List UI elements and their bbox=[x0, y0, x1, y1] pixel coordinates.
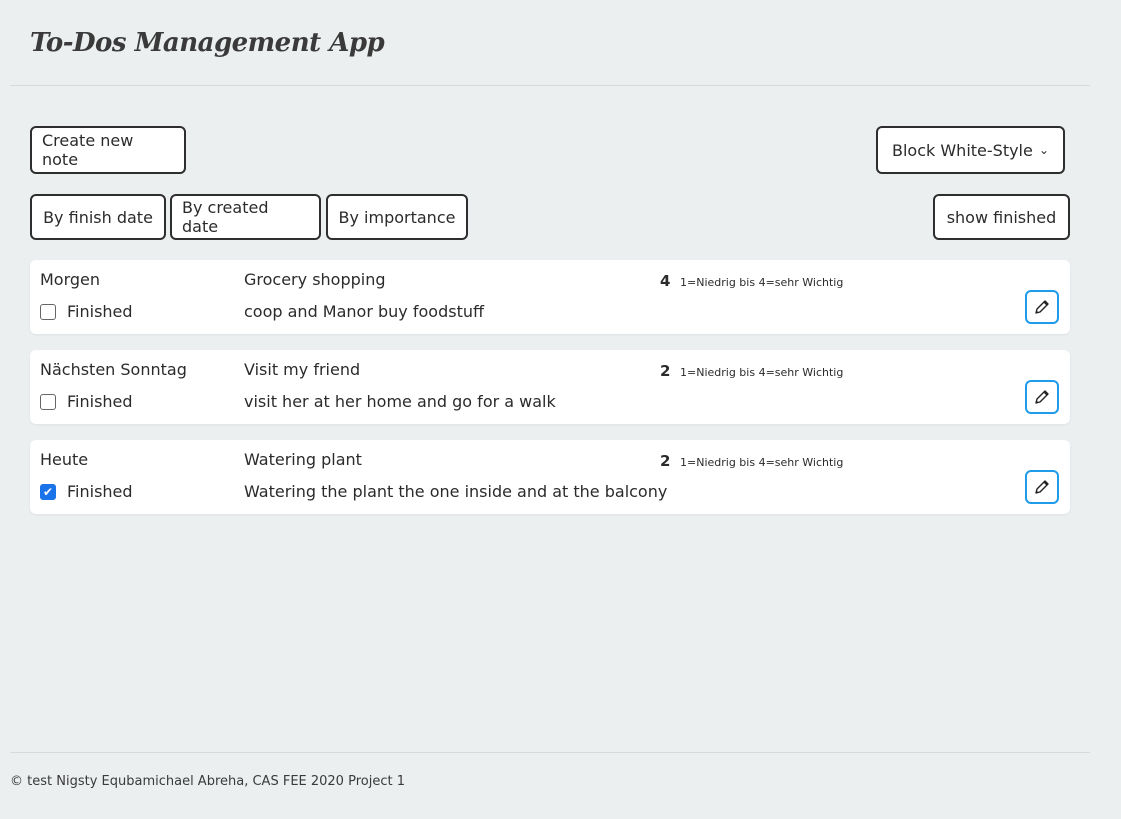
edit-button[interactable] bbox=[1025, 290, 1059, 324]
finished-label: Finished bbox=[67, 302, 133, 321]
todo-description: Watering the plant the one inside and at… bbox=[244, 482, 668, 501]
checkbox-icon[interactable]: ✔ bbox=[40, 483, 56, 500]
footer-copyright: © test Nigsty Equbamichael Abreha, CAS F… bbox=[10, 774, 405, 789]
finished-toggle[interactable]: Finished bbox=[40, 392, 133, 411]
style-select[interactable]: Block White-Style ⌄ bbox=[876, 126, 1065, 174]
chevron-down-icon: ⌄ bbox=[1038, 143, 1049, 157]
importance-hint: 1=Niedrig bis 4=sehr Wichtig bbox=[680, 456, 844, 469]
finished-label: Finished bbox=[67, 482, 133, 501]
sort-created-date-button[interactable]: By created date bbox=[170, 194, 321, 240]
finished-toggle[interactable]: Finished bbox=[40, 302, 133, 321]
edit-button[interactable] bbox=[1025, 470, 1059, 504]
style-select-value: Block White-Style bbox=[892, 140, 1033, 160]
importance-hint: 1=Niedrig bis 4=sehr Wichtig bbox=[680, 366, 844, 379]
show-finished-button[interactable]: show finished bbox=[933, 194, 1070, 240]
checkbox-icon[interactable] bbox=[40, 393, 56, 410]
todo-description: coop and Manor buy foodstuff bbox=[244, 302, 484, 321]
sort-finish-date-button[interactable]: By finish date bbox=[30, 194, 166, 240]
todo-item: Heute ✔ Finished Watering plant Watering… bbox=[30, 440, 1070, 514]
importance-value: 2 bbox=[660, 452, 671, 470]
finished-label: Finished bbox=[67, 392, 133, 411]
todo-item: Morgen Finished Grocery shopping coop an… bbox=[30, 260, 1070, 334]
footer-divider bbox=[10, 752, 1090, 753]
app-header: To-Dos Management App bbox=[10, 0, 1090, 86]
todo-description: visit her at her home and go for a walk bbox=[244, 392, 556, 411]
pencil-icon bbox=[1035, 300, 1049, 314]
sort-importance-button[interactable]: By importance bbox=[326, 194, 468, 240]
todo-title: Visit my friend bbox=[244, 360, 361, 379]
todo-due-date: Nächsten Sonntag bbox=[40, 360, 187, 379]
pencil-icon bbox=[1035, 390, 1049, 404]
todo-item: Nächsten Sonntag Finished Visit my frien… bbox=[30, 350, 1070, 424]
importance-value: 2 bbox=[660, 362, 671, 380]
create-note-button[interactable]: Create new note bbox=[30, 126, 186, 174]
finished-toggle[interactable]: ✔ Finished bbox=[40, 482, 133, 501]
todo-due-date: Heute bbox=[40, 450, 89, 469]
todo-title: Grocery shopping bbox=[244, 270, 386, 289]
pencil-icon bbox=[1035, 480, 1049, 494]
app-title: To-Dos Management App bbox=[30, 28, 385, 58]
importance-value: 4 bbox=[660, 272, 671, 290]
todo-title: Watering plant bbox=[244, 450, 362, 469]
checkbox-icon[interactable] bbox=[40, 303, 56, 320]
todo-due-date: Morgen bbox=[40, 270, 101, 289]
importance-hint: 1=Niedrig bis 4=sehr Wichtig bbox=[680, 276, 844, 289]
edit-button[interactable] bbox=[1025, 380, 1059, 414]
